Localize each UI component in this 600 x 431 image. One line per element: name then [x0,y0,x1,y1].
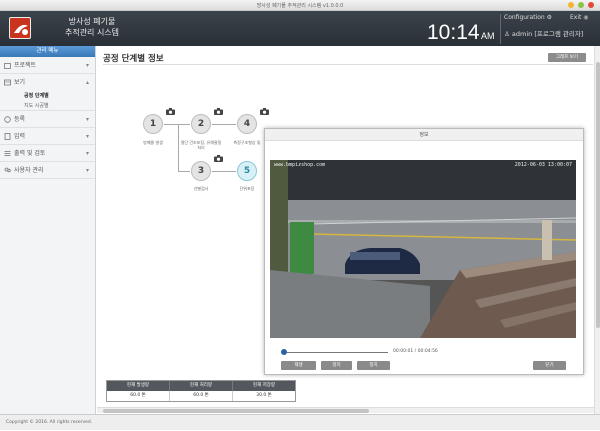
stats-value-row: 60.0 톤 60.0 톤 30.0 톤 [107,391,295,401]
stats-value-cell: 30.0 톤 [256,393,272,398]
sidebar-header: 관리 메뉴 [0,46,95,57]
pause-button[interactable]: 정지 [321,361,352,370]
sidebar: 관리 메뉴 프로젝트 ▾ 보기 ▴ 공정 단계별 지도 시공별 등록 ▾ 입력 … [0,46,96,414]
video-dialog: 정보 www.bmpizshop.com 2012-06-03 13:00:07… [264,128,584,375]
header-divider [500,14,501,44]
stats-header-cell: 현재 발생량 [107,381,170,391]
sidebar-item-input[interactable]: 입력 ▾ [0,128,95,145]
sidebar-subitem-map[interactable]: 지도 시공별 [0,101,95,111]
stats-header-cell: 현재 처리량 [170,381,233,391]
user-icon: ♙ [504,30,510,38]
sidebar-subitem-process-stage[interactable]: 공정 단계별 [0,91,95,101]
horizontal-scrollbar[interactable] [97,407,594,413]
process-node-label: 절단 건조포장, 유해물질 처리 [180,140,222,150]
footer-copyright: Copyright © 2016. All rights reserved. [0,414,600,430]
input-icon [4,133,11,140]
stop-button[interactable]: 정지 [357,361,390,370]
minimize-button[interactable] [568,2,574,8]
sidebar-item-view[interactable]: 보기 ▴ [0,74,95,91]
flow-connector [178,171,190,172]
flow-connector [164,124,190,125]
video-seek-knob[interactable] [281,349,287,355]
register-icon [4,116,11,123]
sidebar-item-label: 입력 [14,133,26,140]
stats-value-cell: 60.0 톤 [107,391,170,401]
close-button[interactable] [588,2,594,8]
camera-icon[interactable] [166,108,175,115]
user-label: admin [프로그램 관리자] [511,30,584,38]
vertical-scroll-thumb[interactable] [596,62,600,328]
app-logo-icon [9,17,31,39]
window-titlebar: 방사성 폐기물 추적관리 시스템 v1.0.0.0 [0,0,600,11]
process-node-label: 선별검사 [193,186,209,191]
sidebar-item-label: 사용자 관리 [14,167,44,174]
chevron-up-icon: ▴ [85,79,89,86]
process-node-label: 단위포장 [239,186,255,191]
sidebar-item-register[interactable]: 등록 ▾ [0,111,95,128]
stats-table: 현재 발생량 현재 처리량 현재 저장량 60.0 톤 60.0 톤 30.0 … [106,380,296,402]
sidebar-item-label: 보기 [14,79,26,86]
close-dialog-button[interactable]: 닫기 [533,361,566,370]
title-divider [103,64,593,65]
process-node-4[interactable]: 4 [237,114,257,134]
sidebar-item-project[interactable]: 프로젝트 ▾ [0,57,95,74]
chevron-down-icon: ▾ [85,116,89,123]
chevron-down-icon: ▾ [85,167,89,174]
clock-ampm: AM [481,31,495,41]
clock-time: 10:14 [427,21,480,44]
process-node-label: 방폐물 발생 [143,140,163,145]
folder-icon [4,63,11,69]
vertical-scrollbar[interactable] [594,46,600,414]
stats-header-row: 현재 발생량 현재 처리량 현재 저장량 [107,381,295,391]
sidebar-item-label: 등록 [14,116,26,123]
user-info[interactable]: ♙ admin [프로그램 관리자] [504,28,583,38]
chevron-down-icon: ▾ [85,62,89,69]
sidebar-item-output[interactable]: 출력 및 검토 ▾ [0,145,95,162]
app-header: 방사성 폐기물 추적관리 시스템 10:14 AM Configuration … [0,11,600,46]
stats-value-cell: 60.0 톤 [170,391,233,401]
video-frame-image [270,160,576,338]
process-node-2[interactable]: 2 [191,114,211,134]
sidebar-item-label: 출력 및 검토 [14,150,46,157]
maximize-button[interactable] [578,2,584,8]
sidebar-item-user-admin[interactable]: 사용자 관리 ▾ [0,162,95,179]
app-title: 방사성 폐기물 추적관리 시스템 [42,16,142,38]
video-time: 00:00:01 / 00:04:56 [393,349,438,354]
graph-view-button[interactable]: 그래프 보기 [548,53,586,62]
page-title: 공정 단계별 정보 [103,54,164,64]
gear-icon: ⚙ [546,14,553,21]
app-title-line2: 추적관리 시스템 [64,28,120,37]
camera-icon[interactable] [260,108,269,115]
process-node-3[interactable]: 3 [191,161,211,181]
sidebar-item-label: 프로젝트 [14,62,37,69]
camera-icon[interactable] [214,155,223,162]
process-node-5[interactable]: 5 [237,161,257,181]
list-icon [4,151,11,156]
video-seek-track[interactable] [286,352,388,353]
exit-link[interactable]: Exit ◉ [570,14,589,21]
window-title: 방사성 폐기물 추적관리 시스템 v1.0.0.0 [256,3,344,9]
camera-icon[interactable] [214,108,223,115]
flow-connector [212,171,236,172]
configuration-label: Configuration [504,14,545,21]
app-title-line1: 방사성 폐기물 [68,17,116,26]
stats-header-cell: 현재 저장량 [252,383,276,388]
video-player[interactable]: www.bmpizshop.com 2012-06-03 13:00:07 [270,160,576,338]
exit-icon: ◉ [583,14,589,21]
process-node-1[interactable]: 1 [143,114,163,134]
video-osd-watermark: www.bmpizshop.com [274,162,326,168]
view-icon [4,79,11,86]
dialog-title: 정보 [265,129,583,141]
flow-connector [212,124,236,125]
horizontal-scroll-thumb[interactable] [103,409,369,413]
play-button[interactable]: 재생 [281,361,316,370]
chevron-down-icon: ▾ [85,150,89,157]
chevron-down-icon: ▾ [85,133,89,140]
configuration-link[interactable]: Configuration ⚙ [504,14,552,21]
process-node-label: 측정구조형상 및 [233,140,261,145]
exit-label: Exit [570,14,582,21]
video-osd-timestamp: 2012-06-03 13:00:07 [514,162,572,168]
user-icon [4,167,11,173]
